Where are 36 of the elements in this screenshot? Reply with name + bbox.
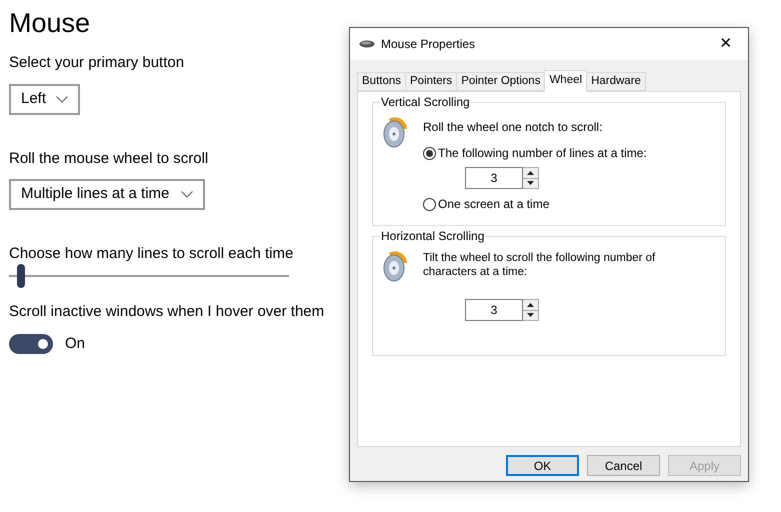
number-field[interactable]: 3 — [465, 299, 523, 321]
prompt-text: Tilt the wheel to scroll the following number of characters at a time: — [423, 251, 656, 279]
tab[interactable]: Hardware — [586, 72, 646, 91]
field-label: Choose how many lines to scroll each time — [9, 244, 294, 264]
spin-up-button[interactable] — [523, 300, 538, 310]
dropdown[interactable]: Left — [9, 84, 80, 114]
prompt-text: Roll the wheel one notch to scroll: — [423, 119, 604, 136]
dropdown[interactable]: Multiple lines at a time — [9, 179, 206, 210]
down-triangle-icon — [527, 181, 534, 186]
toggle-state: On — [65, 334, 86, 354]
tab[interactable]: Wheel — [544, 70, 588, 92]
field-label: Roll the mouse wheel to scroll — [9, 148, 208, 168]
radio-option[interactable]: One screen at a time — [423, 195, 647, 213]
window-title: Mouse Properties — [381, 36, 476, 53]
slider-thumb[interactable] — [17, 264, 26, 288]
down-triangle-icon — [527, 313, 534, 318]
radio-option[interactable]: The following number of lines at a time: — [423, 144, 647, 162]
page-title: Mouse — [9, 7, 92, 40]
up-triangle-icon — [527, 302, 534, 307]
tab[interactable]: Pointer Options — [456, 72, 546, 91]
number-field[interactable]: 3 — [465, 167, 523, 189]
group-title: Vertical Scrolling — [380, 95, 471, 109]
tab[interactable]: Buttons — [357, 72, 406, 91]
dialog-button[interactable]: Cancel — [587, 455, 660, 476]
group-title: Horizontal Scrolling — [380, 229, 486, 243]
toggle-switch[interactable] — [9, 334, 53, 354]
close-button[interactable]: ✕ — [704, 28, 748, 60]
field-label: Select your primary button — [9, 53, 184, 73]
field-label: Scroll inactive windows when I hover over them — [9, 302, 324, 322]
chevron-down-icon — [181, 191, 194, 198]
tab[interactable]: Pointers — [405, 72, 458, 91]
chevron-down-icon — [56, 96, 68, 102]
mouse-icon — [359, 40, 375, 48]
spin-up-button[interactable] — [523, 168, 538, 178]
dialog-button[interactable]: OK — [506, 455, 579, 476]
up-triangle-icon — [527, 170, 534, 175]
